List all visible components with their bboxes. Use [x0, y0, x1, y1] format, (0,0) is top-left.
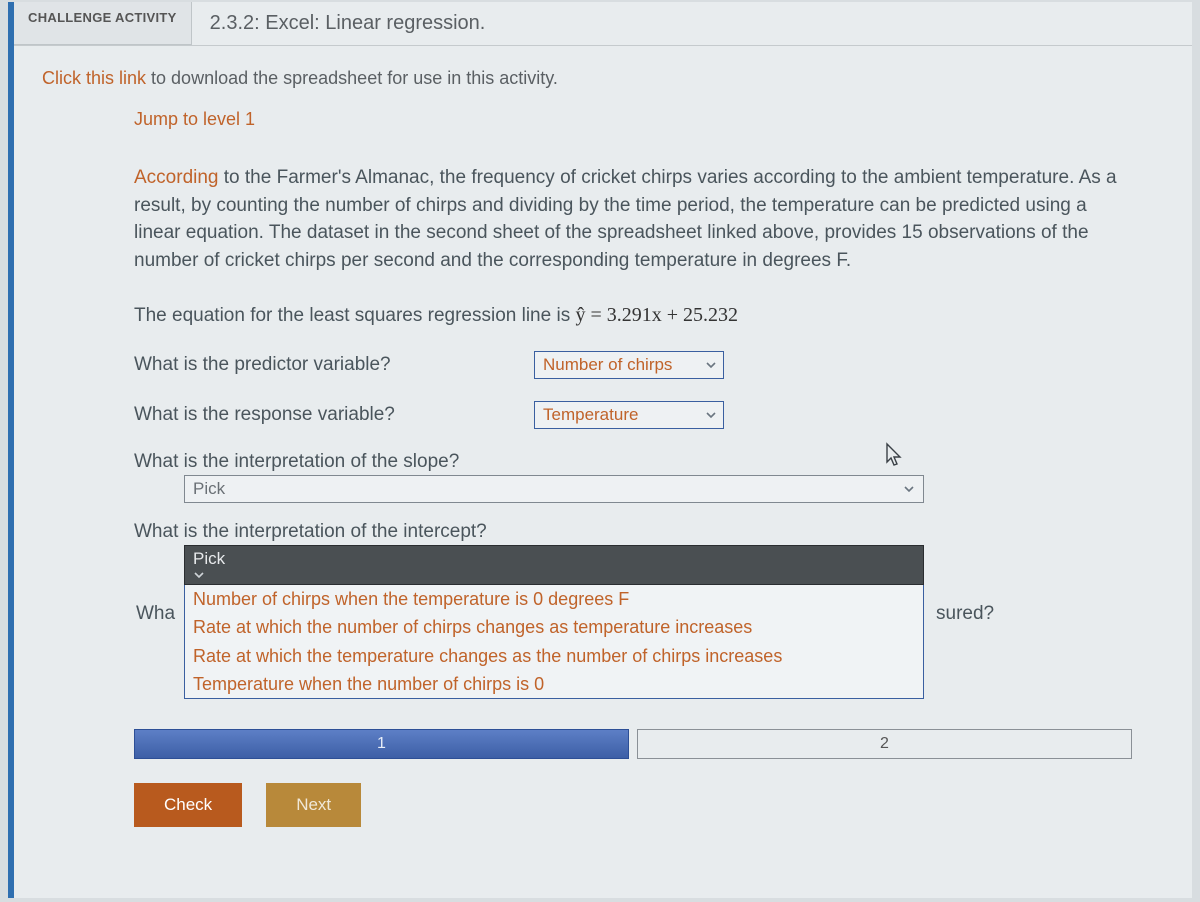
question-response: What is the response variable? Temperatu…	[134, 401, 1132, 429]
progress-bar: 1 2	[134, 729, 1132, 759]
intercept-select-open: Wha sured? Pick Number of chirps when th…	[184, 545, 924, 699]
intro-paragraph: According to the Farmer's Almanac, the f…	[134, 164, 1132, 274]
activity-panel: CHALLENGE ACTIVITY 2.3.2: Excel: Linear …	[8, 2, 1192, 898]
intro-rest: to the Farmer's Almanac, the frequency o…	[134, 167, 1117, 271]
response-select[interactable]: Temperature	[534, 401, 724, 429]
predictor-value: Number of chirps	[543, 355, 672, 375]
next-button[interactable]: Next	[266, 783, 361, 827]
cursor-icon	[884, 442, 904, 468]
challenge-badge: CHALLENGE ACTIVITY	[14, 2, 192, 45]
obscured-text-right: sured?	[936, 603, 994, 625]
intercept-option[interactable]: Rate at which the number of chirps chang…	[185, 613, 923, 641]
response-value: Temperature	[543, 405, 638, 425]
chevron-down-icon	[903, 483, 915, 495]
intro-lead: According	[134, 167, 219, 188]
predictor-label: What is the predictor variable?	[134, 354, 534, 376]
header: CHALLENGE ACTIVITY 2.3.2: Excel: Linear …	[14, 2, 1192, 46]
question-predictor: What is the predictor variable? Number o…	[134, 351, 1132, 379]
intercept-select[interactable]: Pick	[184, 545, 924, 585]
intercept-option[interactable]: Temperature when the number of chirps is…	[185, 670, 923, 698]
chevron-down-icon	[193, 569, 897, 581]
download-row: Click this link to download the spreadsh…	[14, 46, 1192, 99]
chevron-down-icon	[705, 409, 717, 421]
predictor-select[interactable]: Number of chirps	[534, 351, 724, 379]
intercept-value: Pick	[193, 549, 225, 568]
slope-value: Pick	[193, 479, 225, 498]
check-button[interactable]: Check	[134, 783, 242, 827]
activity-title: 2.3.2: Excel: Linear regression.	[192, 2, 504, 45]
progress-step-1[interactable]: 1	[134, 729, 629, 759]
progress-step-2[interactable]: 2	[637, 729, 1132, 759]
slope-label: What is the interpretation of the slope?	[134, 451, 1132, 473]
content-area: Jump to level 1 According to the Farmer'…	[14, 99, 1192, 827]
equation-line: The equation for the least squares regre…	[134, 304, 1132, 327]
intercept-option[interactable]: Number of chirps when the temperature is…	[185, 585, 923, 613]
equation-math: ŷ = 3.291x + 25.232	[575, 304, 738, 326]
equation-pre: The equation for the least squares regre…	[134, 305, 575, 326]
jump-link[interactable]: Jump to level 1	[134, 109, 255, 130]
intercept-label: What is the interpretation of the interc…	[134, 521, 1132, 543]
download-rest: to download the spreadsheet for use in t…	[146, 68, 558, 88]
intercept-option[interactable]: Rate at which the temperature changes as…	[185, 642, 923, 670]
download-link[interactable]: Click this link	[42, 68, 146, 88]
obscured-text-left: Wha	[136, 603, 175, 625]
slope-select[interactable]: Pick	[184, 475, 924, 503]
chevron-down-icon	[705, 359, 717, 371]
button-row: Check Next	[134, 783, 1132, 827]
intercept-options: Number of chirps when the temperature is…	[184, 585, 924, 699]
response-label: What is the response variable?	[134, 404, 534, 426]
